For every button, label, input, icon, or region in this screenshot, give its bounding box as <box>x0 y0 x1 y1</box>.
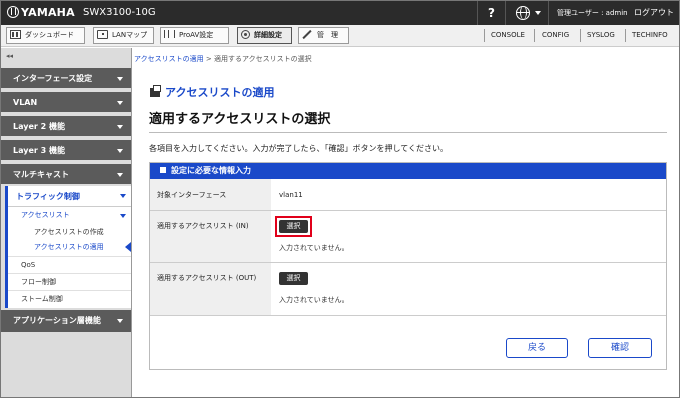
tab-proav[interactable]: ProAV設定 <box>160 27 229 44</box>
top-bar: YAMAHA SWX3100-10G ? 管理ユーザー : admin ログアウ… <box>1 1 679 25</box>
tab-lan-map[interactable]: LANマップ <box>93 27 154 44</box>
breadcrumb-current: 適用するアクセスリストの選択 <box>213 55 312 63</box>
sidebar-item-multicast[interactable]: マルチキャスト <box>1 164 131 186</box>
app-window: YAMAHA SWX3100-10G ? 管理ユーザー : admin ログアウ… <box>0 0 680 398</box>
chevron-down-icon <box>117 125 123 129</box>
lan-map-icon <box>97 30 108 39</box>
gear-icon <box>241 30 250 39</box>
model-name: SWX3100-10G <box>83 7 156 18</box>
select-out-button[interactable]: 選択 <box>279 272 308 285</box>
console-link[interactable]: CONSOLE <box>491 31 525 39</box>
syslog-link[interactable]: SYSLOG <box>587 31 615 39</box>
tools-icon <box>302 30 313 39</box>
not-entered-note: 入力されていません。 <box>279 244 349 252</box>
logout-link[interactable]: ログアウト <box>634 7 674 18</box>
access-list-icon <box>150 85 161 97</box>
confirm-button[interactable]: 確認 <box>588 338 652 358</box>
chevron-down-icon <box>117 149 123 153</box>
divider <box>484 29 485 42</box>
caret-down-icon <box>535 11 541 15</box>
sidebar-item-flow-control[interactable]: フロー制御 <box>8 273 131 289</box>
panel-header: 設定に必要な情報入力 <box>150 163 666 179</box>
help-button[interactable]: ? <box>477 1 505 25</box>
sidebar-item-interface[interactable]: インターフェース設定 <box>1 68 131 90</box>
language-menu-button[interactable] <box>505 1 549 25</box>
sidebar-item-storm-control[interactable]: ストーム制御 <box>8 290 131 306</box>
dashboard-icon <box>10 30 21 39</box>
chevron-down-icon <box>117 77 123 81</box>
divider <box>625 29 626 42</box>
row-access-list-out: 適用するアクセスリスト (OUT) 選択 入力されていません。 <box>150 263 666 315</box>
sidebar-item-qos[interactable]: QoS <box>8 256 131 272</box>
sidebar-item-create-access-list[interactable]: アクセスリストの作成 <box>8 225 131 240</box>
chevron-down-icon <box>117 173 123 177</box>
sidebar-item-apply-access-list[interactable]: アクセスリストの適用 <box>8 240 131 255</box>
chevron-down-icon <box>120 214 126 218</box>
tab-dashboard[interactable]: ダッシュボード <box>6 27 85 44</box>
field-label: 適用するアクセスリスト (OUT) <box>150 263 271 315</box>
tab-advanced-settings[interactable]: 詳細設定 <box>237 27 292 44</box>
yamaha-mark-icon <box>7 6 19 18</box>
sidebar-item-traffic-control[interactable]: トラフィック制御 <box>8 186 131 207</box>
user-label: 管理ユーザー : admin <box>557 9 628 17</box>
globe-icon <box>516 6 530 20</box>
chevron-down-icon <box>117 101 123 105</box>
menu-bar: ダッシュボード LANマップ ProAV設定 詳細設定 管 理 CONSOLE … <box>1 25 679 47</box>
section-title: アクセスリストの適用 <box>150 84 274 100</box>
field-label: 適用するアクセスリスト (IN) <box>150 211 271 262</box>
square-icon <box>160 167 166 173</box>
divider <box>580 29 581 42</box>
sidebar-open-group: トラフィック制御 アクセスリスト アクセスリストの作成 アクセスリストの適用 Q… <box>5 186 131 308</box>
yamaha-logo: YAMAHA <box>7 6 75 19</box>
sidebar-item-vlan[interactable]: VLAN <box>1 92 131 114</box>
collapse-sidebar-button[interactable]: ◂◂ <box>6 52 13 60</box>
back-button[interactable]: 戻る <box>506 338 568 358</box>
sidebar-item-access-list[interactable]: アクセスリスト <box>8 208 131 224</box>
proav-icon <box>164 30 175 39</box>
row-access-list-in: 適用するアクセスリスト (IN) 選択 入力されていません。 <box>150 211 666 263</box>
select-in-button[interactable]: 選択 <box>279 220 308 233</box>
divider <box>149 132 667 133</box>
sidebar-item-application-layer[interactable]: アプリケーション層機能 <box>1 310 131 332</box>
sidebar-item-layer2[interactable]: Layer 2 機能 <box>1 116 131 138</box>
not-entered-note: 入力されていません。 <box>279 296 349 304</box>
chevron-down-icon <box>117 319 123 323</box>
breadcrumb-link[interactable]: アクセスリストの適用 <box>134 55 204 63</box>
page-title: 適用するアクセスリストの選択 <box>149 112 331 127</box>
tab-management[interactable]: 管 理 <box>298 27 349 44</box>
techinfo-link[interactable]: TECHINFO <box>632 31 668 39</box>
field-label: 対象インターフェース <box>150 179 271 210</box>
row-target-interface: 対象インターフェース vlan11 <box>150 179 666 211</box>
input-panel: 設定に必要な情報入力 対象インターフェース vlan11 適用するアクセスリスト… <box>149 162 667 370</box>
chevron-down-icon <box>120 194 126 198</box>
instruction-text: 各項目を入力してください。入力が完了したら、「確認」ボタンを押してください。 <box>149 144 449 153</box>
sidebar: ◂◂ インターフェース設定 VLAN Layer 2 機能 Layer 3 機能… <box>1 48 132 397</box>
interface-value: vlan11 <box>279 191 303 199</box>
breadcrumb: アクセスリストの適用 > 適用するアクセスリストの選択 <box>134 55 312 63</box>
sidebar-item-layer3[interactable]: Layer 3 機能 <box>1 140 131 162</box>
divider <box>150 315 666 316</box>
config-link[interactable]: CONFIG <box>542 31 569 39</box>
divider <box>534 29 535 42</box>
